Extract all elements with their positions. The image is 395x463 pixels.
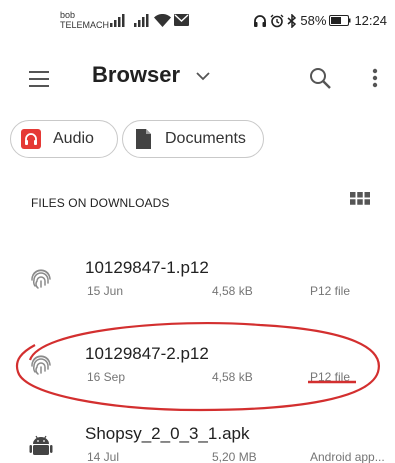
file-name: Shopsy_2_0_3_1.apk — [85, 424, 250, 443]
battery-icon — [329, 15, 351, 26]
audio-chip[interactable]: Audio — [10, 120, 118, 158]
page-title: Browser — [92, 62, 181, 87]
location-selector[interactable]: Browser — [92, 62, 210, 88]
file-type: P12 file — [310, 284, 351, 298]
headset-icon — [254, 14, 267, 27]
search-icon[interactable] — [306, 64, 336, 94]
clock: 12:24 — [354, 13, 387, 28]
alarm-icon — [270, 14, 284, 27]
file-name: 10129847-1.p12 — [85, 258, 209, 277]
file-row[interactable]: Shopsy_2_0_3_1.apk 14 Jul 5,20 MB Androi… — [0, 416, 395, 463]
file-row[interactable]: 10129847-2.p12 16 Sep 4,58 kB P12 file — [0, 336, 395, 396]
fingerprint-icon — [31, 355, 51, 375]
menu-icon[interactable] — [26, 66, 52, 92]
app-bar: Browser — [0, 50, 395, 106]
mail-icon — [174, 14, 189, 26]
file-row[interactable]: 10129847-1.p12 15 Jun 4,58 kB P12 file — [0, 250, 395, 310]
documents-chip[interactable]: Documents — [122, 120, 264, 158]
more-options-icon[interactable] — [365, 64, 385, 94]
documents-chip-label: Documents — [165, 130, 246, 147]
battery-percent: 58% — [300, 13, 327, 28]
android-icon — [29, 435, 53, 455]
grid-view-icon[interactable] — [350, 192, 370, 212]
carrier-network: TELEMACH — [60, 20, 110, 30]
audio-chip-label: Audio — [53, 130, 94, 147]
file-name: 10129847-2.p12 — [85, 344, 209, 363]
chevron-down-icon — [196, 72, 210, 81]
carrier-label: bob TELEMACH — [60, 10, 109, 30]
status-bar: bob TELEMACH 58% 12:24 — [0, 0, 395, 42]
headphones-icon — [21, 129, 41, 149]
document-icon — [136, 129, 151, 149]
section-title: FILES ON DOWNLOADS — [31, 196, 170, 210]
fingerprint-icon — [31, 269, 51, 289]
file-size: 4,58 kB — [212, 284, 253, 298]
signal-strength-2-icon — [134, 14, 149, 27]
status-indicators: 58% 12:24 — [253, 13, 387, 28]
file-type: Android app... — [310, 450, 385, 463]
signal-strength-icon — [110, 14, 125, 27]
bluetooth-icon — [287, 13, 297, 28]
file-date: 14 Jul — [87, 450, 120, 463]
file-date: 15 Jun — [87, 284, 124, 298]
file-type: P12 file — [310, 370, 351, 384]
file-date: 16 Sep — [87, 370, 126, 384]
carrier-name: bob — [60, 10, 76, 20]
wifi-icon — [154, 14, 171, 27]
file-size: 4,58 kB — [212, 370, 253, 384]
file-size: 5,20 MB — [212, 450, 257, 463]
